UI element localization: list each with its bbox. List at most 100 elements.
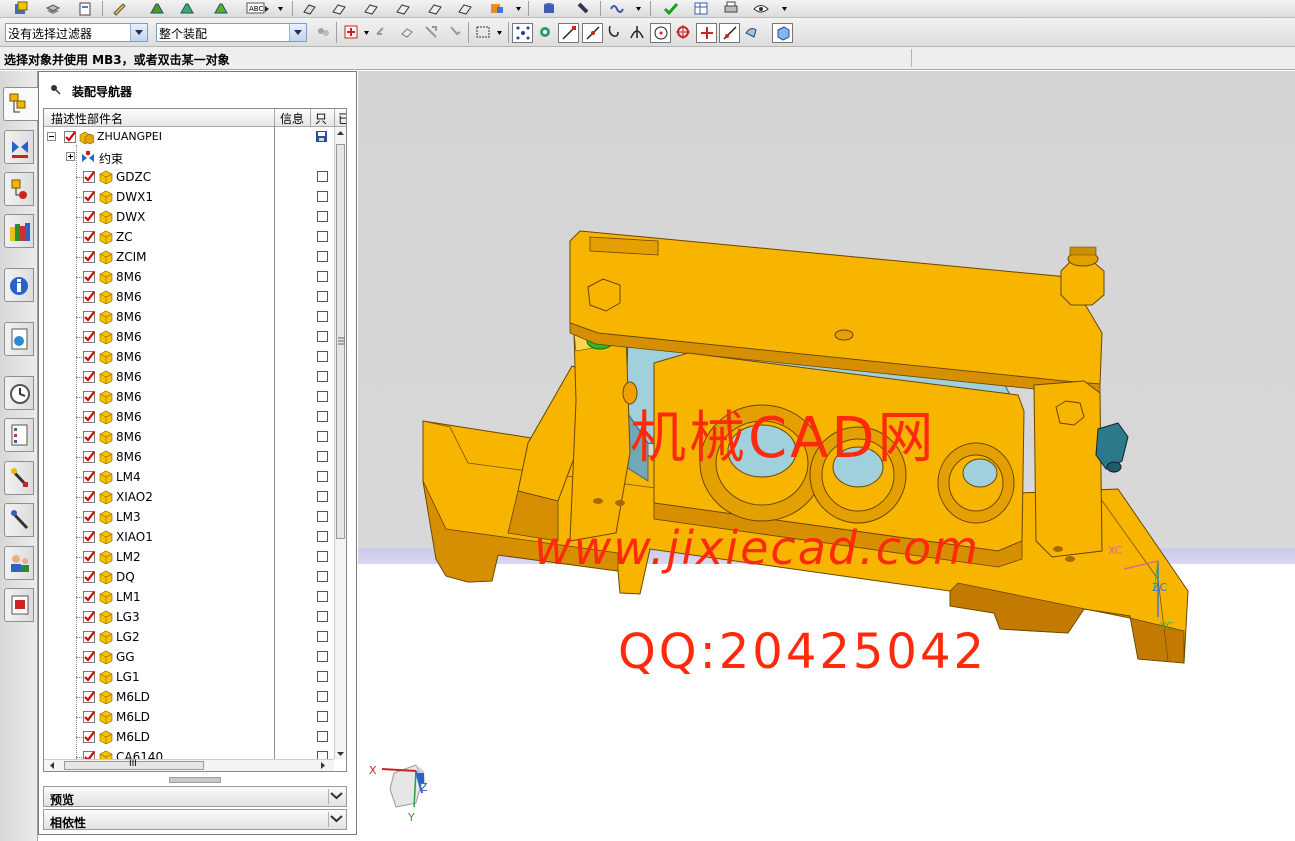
hscroll-thumb[interactable]: III [64, 759, 204, 770]
visibility-checkbox[interactable] [83, 411, 95, 423]
vscroll-thumb[interactable] [336, 144, 345, 539]
part-row[interactable]: CA6140 [44, 747, 334, 759]
constraints-row[interactable]: 约束 [44, 147, 334, 167]
readonly-checkbox[interactable] [317, 491, 328, 502]
feature-c-icon[interactable] [212, 0, 230, 16]
visibility-checkbox[interactable] [83, 631, 95, 643]
hd3d-tools-tab[interactable] [4, 268, 34, 302]
visibility-checkbox[interactable] [83, 311, 95, 323]
expand-toggle-icon[interactable] [66, 152, 75, 161]
horizontal-scrollbar[interactable]: III [44, 759, 334, 771]
view-right-icon[interactable] [394, 0, 412, 16]
scroll-down-icon[interactable] [336, 751, 345, 758]
part-row[interactable]: XIAO1 [44, 527, 334, 547]
readonly-checkbox[interactable] [317, 671, 328, 682]
readonly-checkbox[interactable] [317, 251, 328, 262]
visibility-checkbox[interactable] [83, 571, 95, 583]
visibility-checkbox[interactable] [83, 531, 95, 543]
part-row[interactable]: 8M6 [44, 387, 334, 407]
visibility-checkbox[interactable] [83, 491, 95, 503]
box-select-icon[interactable] [398, 24, 416, 40]
readonly-checkbox[interactable] [317, 711, 328, 722]
assembly-select-icon[interactable] [314, 24, 332, 40]
preview-section[interactable]: 预览 [43, 786, 347, 807]
part-row[interactable]: GDZC [44, 167, 334, 187]
point-on-face-icon[interactable] [742, 24, 760, 40]
readonly-checkbox[interactable] [317, 211, 328, 222]
part-row[interactable]: DWX [44, 207, 334, 227]
column-modified[interactable]: 已 [338, 110, 346, 127]
part-row[interactable]: 8M6 [44, 427, 334, 447]
panel-splitter[interactable] [169, 777, 221, 783]
collapse-toggle-icon[interactable] [47, 132, 56, 141]
part-row[interactable]: 8M6 [44, 347, 334, 367]
visibility-checkbox[interactable] [83, 551, 95, 563]
readonly-checkbox[interactable] [317, 391, 328, 402]
visibility-checkbox[interactable] [83, 391, 95, 403]
part-row[interactable]: LM4 [44, 467, 334, 487]
readonly-checkbox[interactable] [317, 651, 328, 662]
part-row[interactable]: LG1 [44, 667, 334, 687]
manufacturing-wizard-tab[interactable] [4, 503, 34, 537]
filter-arrow-icon[interactable] [422, 24, 440, 40]
part-row[interactable]: ZC [44, 227, 334, 247]
readonly-checkbox[interactable] [317, 271, 328, 282]
part-row[interactable]: GG [44, 647, 334, 667]
part-row[interactable]: 8M6 [44, 407, 334, 427]
intersection-icon[interactable] [628, 24, 646, 40]
visibility-checkbox[interactable] [83, 431, 95, 443]
chevron-down-icon[interactable] [130, 24, 147, 41]
readonly-checkbox[interactable] [317, 331, 328, 342]
part-row[interactable]: LM3 [44, 507, 334, 527]
visibility-checkbox[interactable] [83, 651, 95, 663]
readonly-checkbox[interactable] [317, 751, 328, 759]
graphics-window[interactable]: 机械CAD网 www.jixiecad.com QQ:20425042 XC Z… [358, 71, 1295, 841]
readonly-checkbox[interactable] [317, 291, 328, 302]
feature-b-icon[interactable] [178, 0, 196, 16]
part-navigator-tab[interactable] [4, 172, 34, 206]
column-info[interactable]: 信息 [280, 110, 310, 127]
part-row[interactable]: 8M6 [44, 267, 334, 287]
history-tab[interactable] [4, 376, 34, 410]
visibility-checkbox[interactable] [83, 711, 95, 723]
process-studio-tab[interactable] [4, 461, 34, 495]
system-materials-tab[interactable] [4, 418, 34, 452]
assembly-navigator-tab[interactable] [3, 87, 38, 121]
constraint-navigator-tab[interactable] [4, 130, 34, 164]
part-row[interactable]: M6LD [44, 727, 334, 747]
curve-point-icon[interactable] [605, 24, 623, 40]
visibility-checkbox[interactable] [83, 611, 95, 623]
point-on-curve-icon[interactable] [719, 23, 740, 43]
arc-center-icon[interactable] [650, 23, 671, 43]
visibility-checkbox[interactable] [83, 751, 95, 759]
readonly-checkbox[interactable] [317, 191, 328, 202]
readonly-checkbox[interactable] [317, 571, 328, 582]
part-row[interactable]: 8M6 [44, 327, 334, 347]
undo-select-icon[interactable] [372, 24, 390, 40]
visibility-checkbox[interactable] [83, 291, 95, 303]
hand-icon[interactable] [446, 24, 464, 40]
visibility-checkbox[interactable] [83, 371, 95, 383]
readonly-checkbox[interactable] [317, 451, 328, 462]
column-description[interactable]: 描述性部件名 [51, 110, 251, 127]
render-style-icon[interactable] [488, 0, 506, 16]
visibility-checkbox[interactable] [83, 191, 95, 203]
readonly-checkbox[interactable] [317, 171, 328, 182]
start-icon[interactable] [12, 0, 30, 16]
part-row[interactable]: DQ [44, 567, 334, 587]
print-icon[interactable] [722, 0, 740, 16]
scroll-up-icon[interactable] [336, 130, 345, 137]
dependencies-section[interactable]: 相依性 [43, 809, 347, 830]
view-front-icon[interactable] [362, 0, 380, 16]
cylinder-icon[interactable] [574, 0, 592, 16]
visibility-checkbox[interactable] [83, 231, 95, 243]
database-icon[interactable] [540, 0, 558, 16]
visibility-checkbox[interactable] [83, 331, 95, 343]
table-icon[interactable] [692, 0, 710, 16]
snap-settings-icon[interactable] [536, 24, 554, 40]
chevron-down-icon[interactable] [328, 812, 344, 827]
part-row[interactable]: 8M6 [44, 447, 334, 467]
end-point-icon[interactable] [558, 23, 579, 43]
roles-tab[interactable] [4, 546, 34, 580]
readonly-checkbox[interactable] [317, 631, 328, 642]
